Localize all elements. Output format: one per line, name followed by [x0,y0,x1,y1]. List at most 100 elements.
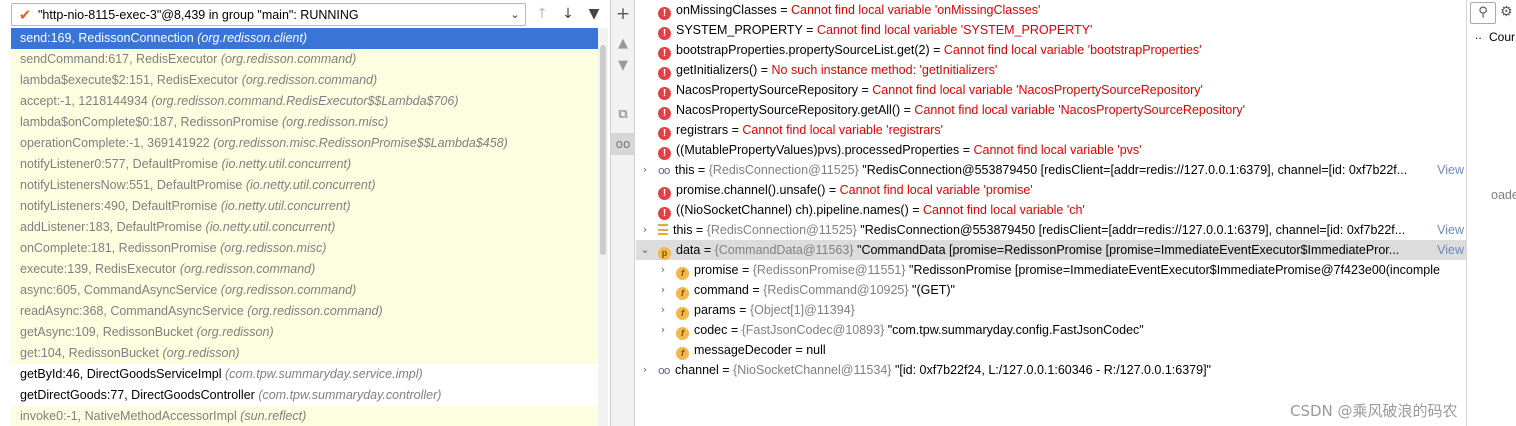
variable-row[interactable]: ! NacosPropertySourceRepository = Cannot … [636,80,1466,100]
stack-frame[interactable]: sendCommand:617, RedisExecutor (org.redi… [11,49,608,70]
variable-name: data [676,243,701,257]
stack-frame[interactable]: accept:-1, 1218144934 (org.redisson.comm… [11,91,608,112]
view-link[interactable]: View [1433,160,1464,180]
chevron-right-icon[interactable]: › [656,300,670,320]
variable-row[interactable]: ! bootstrapProperties.propertySourceList.… [636,40,1466,60]
view-link[interactable]: View [1433,240,1464,260]
variable-row[interactable]: f messageDecoder = null [636,340,1466,360]
parameter-icon: p [658,247,671,260]
arrow-down-icon[interactable]: ▼ [611,58,635,73]
frame-package: (io.netty.util.concurrent) [245,178,376,192]
chevron-right-icon[interactable]: › [638,360,652,380]
stack-frame[interactable]: addListener:183, DefaultPromise (io.nett… [11,217,608,238]
chevron-right-icon[interactable]: › [656,280,670,300]
variable-equals: = [802,23,817,37]
arrow-up-icon[interactable]: ▲ [611,36,635,51]
variable-value: "CommandData [promise=RedissonPromise [p… [857,243,1400,257]
variable-row[interactable]: ! ((NioSocketChannel) ch).pipeline.names(… [636,200,1466,220]
frame-list: send:169, RedissonConnection (org.rediss… [11,28,608,426]
variable-name: onMissingClasses [676,3,777,17]
variable-row[interactable]: ! NacosPropertySourceRepository.getAll() … [636,100,1466,120]
variable-value: No such instance method: 'getInitializer… [771,63,998,77]
arrow-up-icon[interactable]: ↑ [531,4,553,24]
variable-equals: = [728,123,743,137]
frame-package: (org.redisson) [162,346,240,360]
frame-package: (io.netty.util.concurrent) [205,220,336,234]
variable-row[interactable]: ! SYSTEM_PROPERTY = Cannot find local var… [636,20,1466,40]
stack-frame[interactable]: invoke0:-1, NativeMethodAccessorImpl (su… [11,406,608,426]
frame-method: getDirectGoods:77, DirectGoodsController [20,388,255,402]
stack-frame[interactable]: readAsync:368, CommandAsyncService (org.… [11,301,608,322]
variable-row[interactable]: › f codec = {FastJsonCodec@10893} "com.tpw… [636,320,1466,340]
variable-row[interactable]: ! getInitializers() = No such instance me… [636,60,1466,80]
chevron-right-icon[interactable]: › [656,260,670,280]
stack-frame[interactable]: getAsync:109, RedissonBucket (org.rediss… [11,322,608,343]
error-icon: ! [658,207,671,220]
variable-value: "RedisConnection@553879450 [redisClient=… [860,223,1406,237]
stack-frame[interactable]: onComplete:181, RedissonPromise (org.red… [11,238,608,259]
chevron-right-icon[interactable]: › [638,220,652,240]
variable-row[interactable]: › oo this = {RedisConnection@11525} "Redis… [636,160,1466,180]
variable-row[interactable]: ! ((MutablePropertyValues)pvs).processedP… [636,140,1466,160]
variable-equals: = [757,63,772,77]
stack-frame[interactable]: operationComplete:-1, 369141922 (org.red… [11,133,608,154]
error-icon: ! [658,187,671,200]
chevron-right-icon[interactable]: › [638,160,652,180]
chevron-down-icon[interactable]: ⌄ [638,240,652,260]
column-header[interactable]: Cour [1489,30,1515,44]
variable-type: {RedisConnection@11525} [706,223,857,237]
error-icon: ! [658,147,671,160]
chevron-right-icon[interactable]: › [656,320,670,340]
frame-method: accept:-1, 1218144934 [20,94,148,108]
arrow-down-icon[interactable]: ↓ [557,4,579,24]
stack-frame[interactable]: execute:139, RedisExecutor (org.redisson… [11,259,608,280]
stack-frame[interactable]: getById:46, DirectGoodsServiceImpl (com.… [11,364,608,385]
variable-type: {NioSocketChannel@11534} [733,363,892,377]
variable-row[interactable]: › f command = {RedisCommand@10925} "(GET)" [636,280,1466,300]
frames-scrollbar-thumb[interactable] [600,45,606,255]
stack-frame[interactable]: notifyListenersNow:551, DefaultPromise (… [11,175,608,196]
gear-icon[interactable]: ⚙ [1500,4,1513,20]
variable-name: SYSTEM_PROPERTY [676,23,803,37]
column-dots: .. [1475,28,1482,42]
thread-selector[interactable]: ✔ "http-nio-8115-exec-3"@8,439 in group … [11,3,526,26]
variable-row[interactable]: › oo channel = {NioSocketChannel@11534} "[… [636,360,1466,380]
field-icon: f [676,307,689,320]
stack-frame[interactable]: notifyListeners:490, DefaultPromise (io.… [11,196,608,217]
variable-row[interactable]: › f promise = {RedissonPromise@11551} "Red… [636,260,1466,280]
error-icon: ! [658,7,671,20]
variable-row[interactable]: ! onMissingClasses = Cannot find local va… [636,0,1466,20]
copy-icon[interactable]: ⧉ [611,107,635,122]
variable-value: null [806,343,826,357]
variable-type: {RedisCommand@10925} [763,283,909,297]
glasses-icon[interactable]: oo [611,133,635,155]
frame-method: operationComplete:-1, 369141922 [20,136,210,150]
view-link[interactable]: View [1433,220,1464,240]
variable-row[interactable]: › this = {RedisConnection@11525} "RedisCo… [636,220,1466,240]
stack-frame[interactable]: notifyListener0:577, DefaultPromise (io.… [11,154,608,175]
stack-frame[interactable]: lambda$onComplete$0:187, RedissonPromise… [11,112,608,133]
variable-row[interactable]: › f params = {Object[1]@11394} [636,300,1466,320]
stack-frame[interactable]: lambda$execute$2:151, RedisExecutor (org… [11,70,608,91]
variable-equals: = [718,363,734,377]
variable-value: Cannot find local variable 'NacosPropert… [872,83,1203,97]
variable-value: "(GET)" [912,283,955,297]
search-icon[interactable]: ⚲ [1470,2,1496,24]
stack-frame[interactable]: getDirectGoods:77, DirectGoodsController… [11,385,608,406]
stack-frame[interactable]: send:169, RedissonConnection (org.rediss… [11,28,608,49]
variable-row[interactable]: ⌄ p data = {CommandData@11563} "CommandDat… [636,240,1466,260]
variable-value: Cannot find local variable 'registrars' [742,123,944,137]
variable-row[interactable]: ! promise.channel().unsafe() = Cannot fin… [636,180,1466,200]
variable-type: {RedisConnection@11525} [708,163,859,177]
stack-frame[interactable]: async:605, CommandAsyncService (org.redi… [11,280,608,301]
check-icon: ✔ [18,5,32,24]
stack-frame[interactable]: get:104, RedissonBucket (org.redisson) [11,343,608,364]
frame-method: get:104, RedissonBucket [20,346,159,360]
variable-value: "[id: 0xf7b22f24, L:/127.0.0.1:60346 - R… [894,363,1211,377]
variable-name: ((NioSocketChannel) ch).pipeline.names() [676,203,909,217]
variable-name: channel [675,363,719,377]
variable-row[interactable]: ! registrars = Cannot find local variable… [636,120,1466,140]
chevron-down-icon[interactable]: ⌄ [505,8,525,21]
filter-icon[interactable]: ▼ [583,4,605,24]
plus-icon[interactable]: + [611,4,635,24]
